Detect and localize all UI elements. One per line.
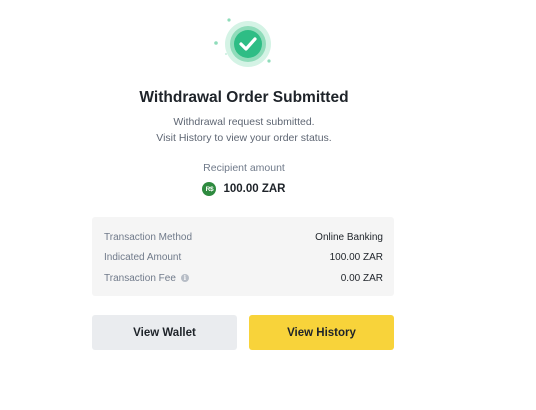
detail-row-transaction-method: Transaction Method Online Banking — [104, 230, 383, 244]
page-title: Withdrawal Order Submitted — [139, 89, 349, 106]
detail-value: 100.00 ZAR — [329, 251, 383, 263]
detail-row-indicated-amount: Indicated Amount 100.00 ZAR — [104, 250, 383, 264]
info-icon[interactable]: i — [180, 274, 189, 282]
detail-label: Transaction Method — [104, 231, 193, 243]
detail-value: 0.00 ZAR — [340, 272, 383, 284]
recipient-amount: R$ 100.00 ZAR — [0, 182, 488, 196]
recipient-amount-value: 100.00 ZAR — [223, 183, 286, 195]
status-message-line-2: Visit History to view your order status. — [156, 132, 332, 144]
recipient-amount-label: Recipient amount — [203, 162, 285, 174]
zar-currency-icon: R$ — [202, 182, 217, 196]
view-wallet-button[interactable]: View Wallet — [92, 315, 237, 350]
detail-value: Online Banking — [315, 231, 383, 243]
success-check-icon — [212, 14, 276, 70]
detail-label-with-info: Transaction Fee i — [104, 273, 189, 284]
detail-label: Transaction Fee — [104, 272, 176, 284]
transaction-details: Transaction Method Online Banking Indica… — [92, 217, 394, 296]
detail-label: Indicated Amount — [104, 251, 182, 263]
view-history-button[interactable]: View History — [249, 315, 394, 350]
status-message: Withdrawal request submitted. Visit Hist… — [0, 114, 488, 146]
detail-row-transaction-fee: Transaction Fee i 0.00 ZAR — [104, 271, 383, 285]
status-message-line-1: Withdrawal request submitted. — [173, 116, 315, 128]
